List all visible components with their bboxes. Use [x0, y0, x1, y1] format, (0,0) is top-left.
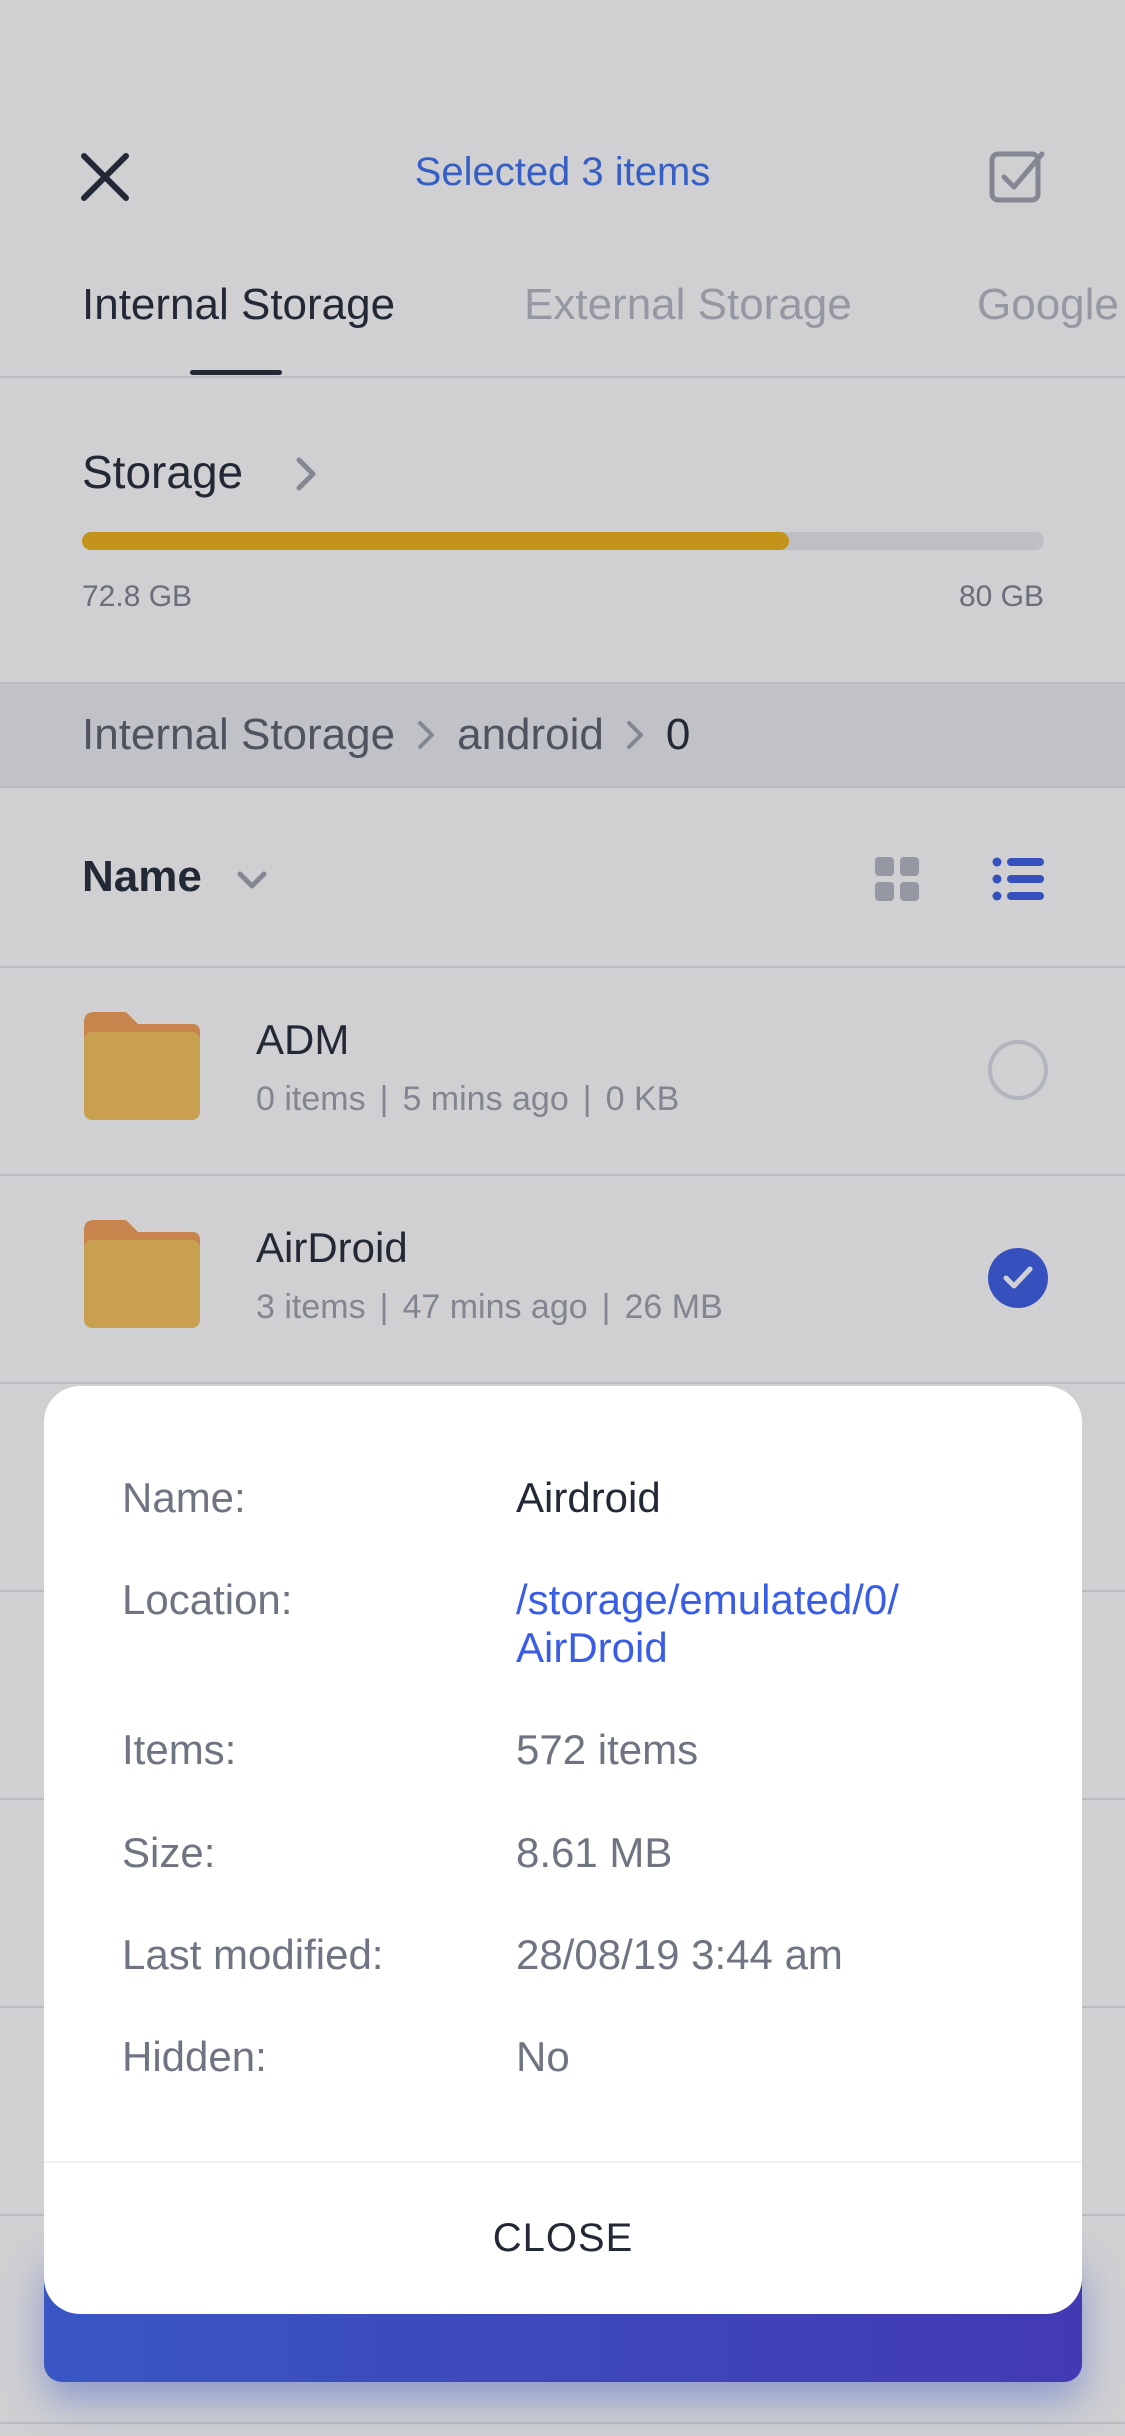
detail-value: No: [516, 2033, 570, 2080]
file-manager-screen: Selected 3 items Internal Storage Extern…: [0, 0, 1125, 2436]
detail-value: 8.61 MB: [516, 1829, 673, 1876]
detail-value: 28/08/19 3:44 am: [516, 1931, 843, 1978]
location-line: /storage/emulated/0/: [516, 1576, 899, 1623]
location-line: AirDroid: [516, 1624, 668, 1671]
detail-label: Name:: [122, 1474, 246, 1521]
details-dialog: Name: Airdroid Location: /storage/emulat…: [44, 1386, 1082, 2314]
detail-label: Location:: [122, 1576, 293, 1623]
close-button[interactable]: CLOSE: [44, 2163, 1082, 2314]
detail-label: Hidden:: [122, 2033, 267, 2080]
detail-label: Items:: [122, 1726, 237, 1773]
detail-label: Size:: [122, 1829, 216, 1876]
location-link[interactable]: /storage/emulated/0/ AirDroid: [516, 1576, 996, 1672]
detail-value: 572 items: [516, 1726, 699, 1773]
detail-label: Last modified:: [122, 1931, 384, 1978]
detail-value: Airdroid: [516, 1474, 661, 1521]
